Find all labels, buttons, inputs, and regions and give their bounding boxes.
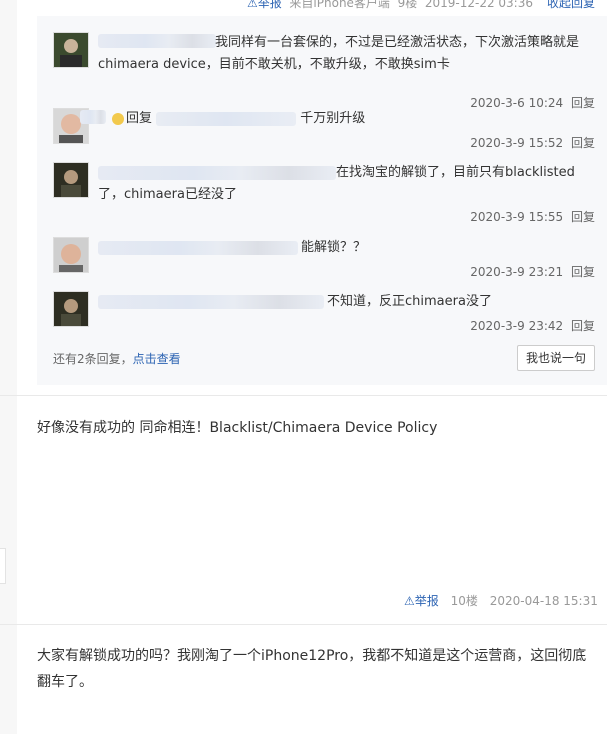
say-something-button[interactable]: 我也说一句 [517,345,595,371]
sub-reply-button[interactable]: 回复 [571,265,595,279]
sub-reply-text: 在找淘宝的解锁了，目前只有blacklisted了，chimaera已经没了 [98,165,575,202]
post-time: 2020-04-18 15:31 [489,594,598,608]
sub-reply-button[interactable]: 回复 [571,136,595,150]
emoji-icon [112,112,124,125]
floor-number: 9楼 [397,0,418,10]
sub-reply-meta: 2020-3-9 23:42 回复 [470,317,595,334]
avatar[interactable] [53,162,89,198]
avatar[interactable] [53,32,89,68]
floor-9-meta: ⚠举报 来自iPhone客户端 9楼 2019-12-22 03:36 收起回复 [247,0,595,11]
avatar[interactable] [53,291,89,327]
more-replies: 还有2条回复，点击查看 [53,350,181,367]
sub-reply-text: 不知道，反正chimaera没了 [327,294,492,309]
report-link[interactable]: ⚠举报 [247,0,282,10]
more-replies-text: 还有2条回复， [53,352,133,366]
sub-reply-meta: 2020-3-9 15:52 回复 [470,134,595,151]
report-link[interactable]: ⚠举报 [404,594,439,608]
sub-reply-text: 能解锁？？ [301,240,367,255]
username-blurred[interactable] [80,110,106,124]
sub-reply-time: 2020-3-9 15:52 [470,136,564,150]
mention-blurred[interactable] [156,111,297,126]
divider [0,624,607,625]
sub-reply-button[interactable]: 回复 [571,210,595,224]
client-source: 来自iPhone客户端 [289,0,390,10]
avatar[interactable] [53,237,89,273]
sub-reply-text: 我同样有一台套保的，不过是已经激活状态，下次激活策略就是chimaera dev… [98,35,580,72]
divider [0,395,607,396]
sub-reply-time: 2020-3-9 23:21 [470,265,564,279]
sub-reply-button[interactable]: 回复 [571,319,595,333]
reply-prefix: 回复 [126,111,153,126]
post-body: 大家有解锁成功的吗？我刚淘了一个iPhone12Pro，我都不知道是这个运营商，… [37,648,587,690]
side-handle[interactable] [0,548,6,584]
floor-number: 10楼 [450,594,478,608]
reply-body: 千万别升级 [300,111,366,126]
floor-10-meta: ⚠举报 10楼 2020-04-18 15:31 回复 [404,592,607,609]
sub-reply-time: 2020-3-9 23:42 [470,319,564,333]
sub-reply-meta: 2020-3-9 15:55 回复 [470,208,595,225]
collapse-replies-link[interactable]: 收起回复 [547,0,595,11]
sub-reply-panel: 我同样有一台套保的，不过是已经激活状态，下次激活策略就是chimaera dev… [37,16,607,385]
post-body: 好像没有成功的 同命相连！Blacklist/Chimaera Device P… [37,420,438,436]
sub-reply-time: 2020-3-9 15:55 [470,210,564,224]
sub-reply-text: 回复 千万别升级 [112,108,592,130]
post-time: 2019-12-22 03:36 [424,0,533,10]
view-more-link[interactable]: 点击查看 [133,352,181,366]
sub-reply-meta: 2020-3-9 23:21 回复 [470,263,595,280]
